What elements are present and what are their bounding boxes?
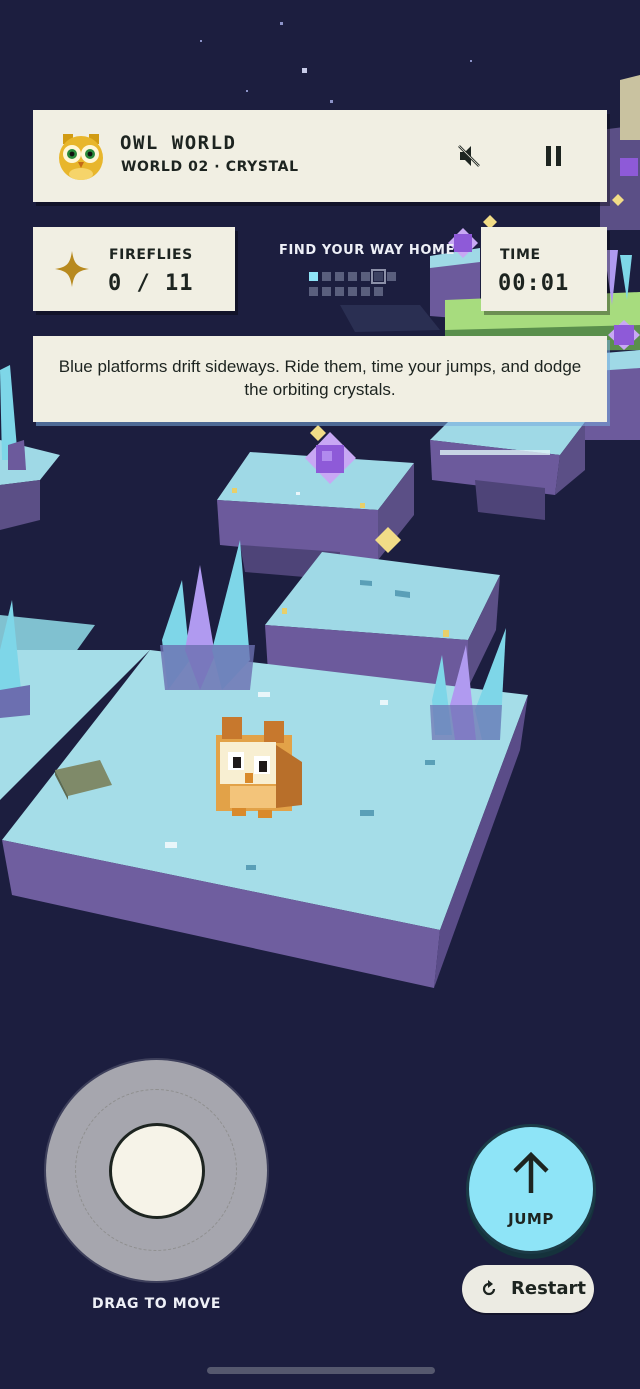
- restart-button[interactable]: Restart: [462, 1265, 594, 1313]
- progress-dot: [322, 272, 331, 281]
- sparkle-star-icon: [53, 249, 91, 289]
- progress-dot: [335, 272, 344, 281]
- timer-label: TIME: [500, 247, 541, 263]
- hint-text: Blue platforms drift sideways. Ride them…: [58, 357, 582, 399]
- game-title: OWL WORLD: [120, 132, 237, 154]
- arrow-up-icon: [513, 1151, 549, 1193]
- main-platform: [0, 650, 528, 988]
- objective-label: FIND YOUR WAY HOME: [279, 243, 456, 258]
- progress-dot: [387, 272, 396, 281]
- world-label: WORLD 02 · CRYSTAL: [121, 159, 299, 175]
- progress-dot: [309, 272, 318, 281]
- timer-panel: TIME 00:01: [481, 227, 607, 311]
- star-field: [200, 22, 472, 103]
- jump-button[interactable]: JUMP: [466, 1124, 596, 1254]
- fireflies-label: FIREFLIES: [109, 247, 193, 263]
- hint-banner: Blue platforms drift sideways. Ride them…: [33, 336, 607, 422]
- joystick-thumb[interactable]: [109, 1123, 205, 1219]
- progress-dot: [335, 287, 344, 296]
- fireflies-panel: FIREFLIES 0 / 11: [33, 227, 235, 311]
- speaker-muted-icon: [458, 145, 480, 167]
- joystick-label: DRAG TO MOVE: [92, 1296, 221, 1312]
- joystick[interactable]: [46, 1060, 267, 1281]
- fireflies-count: 0 / 11: [108, 271, 194, 296]
- progress-dot: [348, 287, 357, 296]
- pause-button[interactable]: [536, 138, 572, 174]
- progress-dot: [361, 272, 370, 281]
- progress-dot: [371, 269, 386, 284]
- jump-label: JUMP: [508, 1210, 554, 1228]
- progress-dot: [309, 287, 318, 296]
- progress-dot: [374, 287, 383, 296]
- progress-dot: [361, 287, 370, 296]
- header-panel: OWL WORLD WORLD 02 · CRYSTAL: [33, 110, 607, 202]
- timer-value: 00:01: [498, 271, 570, 296]
- pause-icon: [546, 146, 561, 166]
- upper-right-platform: [430, 418, 585, 520]
- mute-button[interactable]: [451, 138, 487, 174]
- level-progress-dots: [309, 269, 409, 300]
- restart-label: Restart: [511, 1278, 587, 1299]
- owl-logo-icon: [55, 130, 107, 182]
- progress-dot: [348, 272, 357, 281]
- crystal-cluster-left: [160, 540, 255, 690]
- progress-dot: [322, 287, 331, 296]
- restart-icon: [482, 1280, 496, 1296]
- home-indicator: [207, 1367, 435, 1374]
